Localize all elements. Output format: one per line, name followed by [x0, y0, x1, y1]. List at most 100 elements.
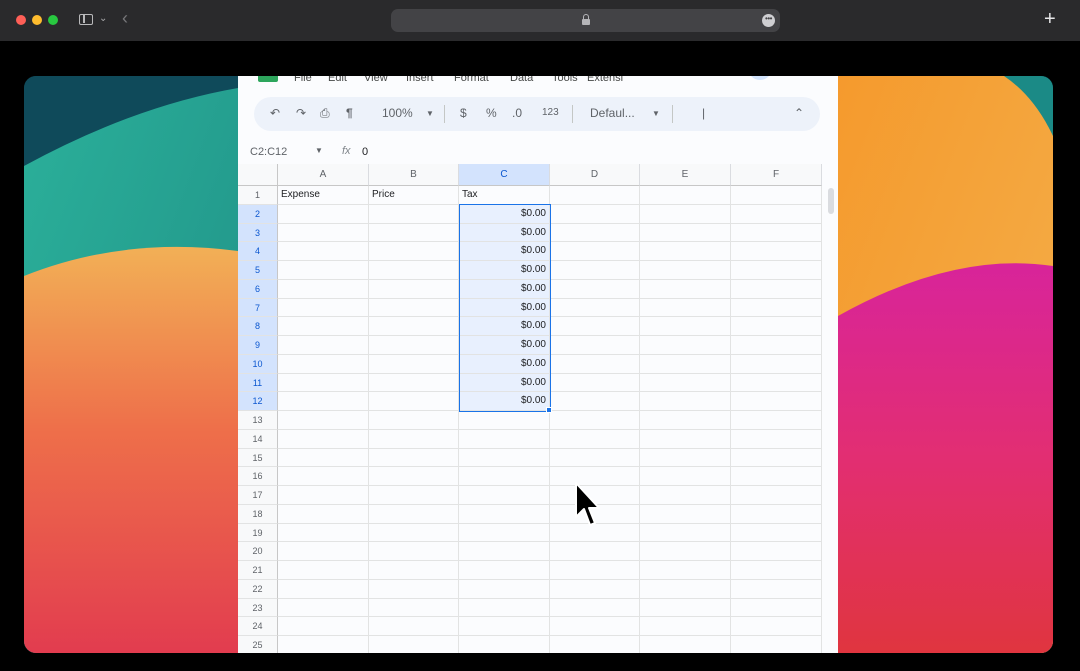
cell-c22[interactable]: [459, 579, 550, 599]
cell-d1[interactable]: [550, 186, 640, 205]
zoom-window-button[interactable]: [48, 15, 58, 25]
row-header[interactable]: 24: [238, 617, 278, 636]
cell-a25[interactable]: [278, 636, 369, 653]
cell-a5[interactable]: [278, 261, 369, 280]
cell-a12[interactable]: [278, 392, 369, 411]
row-header[interactable]: 2: [238, 204, 278, 224]
menu-extensions[interactable]: Extensi: [587, 76, 623, 84]
row-header[interactable]: 20: [238, 542, 278, 561]
cell-e10[interactable]: [640, 354, 731, 374]
cell-f10[interactable]: [731, 354, 822, 374]
row-header[interactable]: 13: [238, 411, 278, 430]
row-header[interactable]: 25: [238, 636, 278, 653]
cell-c2[interactable]: $0.00: [459, 204, 550, 224]
cell-d21[interactable]: [550, 561, 640, 580]
column-header-b[interactable]: B: [369, 164, 459, 186]
print-icon[interactable]: ⎙: [320, 106, 330, 121]
cell-c23[interactable]: [459, 598, 550, 618]
cell-f5[interactable]: [731, 261, 822, 280]
row-header[interactable]: 6: [238, 279, 278, 299]
cell-b13[interactable]: [369, 411, 459, 430]
cell-f3[interactable]: [731, 223, 822, 243]
cell-d7[interactable]: [550, 298, 640, 318]
cell-b17[interactable]: [369, 486, 459, 505]
cell-c14[interactable]: [459, 429, 550, 449]
cell-d12[interactable]: [550, 392, 640, 411]
row-header[interactable]: 7: [238, 298, 278, 318]
sidebar-toggle-icon[interactable]: [79, 14, 93, 25]
cell-f12[interactable]: [731, 392, 822, 411]
row-header[interactable]: 15: [238, 448, 278, 468]
currency-format-button[interactable]: $: [460, 106, 467, 120]
cell-b4[interactable]: [369, 242, 459, 261]
cell-c11[interactable]: $0.00: [459, 373, 550, 393]
cell-d20[interactable]: [550, 542, 640, 561]
menu-tools[interactable]: Tools: [552, 76, 578, 84]
cell-d9[interactable]: [550, 336, 640, 355]
percent-format-button[interactable]: %: [486, 106, 497, 120]
cell-e3[interactable]: [640, 223, 731, 243]
cell-e7[interactable]: [640, 298, 731, 318]
cell-c15[interactable]: [459, 448, 550, 468]
row-header[interactable]: 14: [238, 429, 278, 449]
cell-f17[interactable]: [731, 486, 822, 505]
cell-c6[interactable]: $0.00: [459, 279, 550, 299]
cell-c8[interactable]: $0.00: [459, 317, 550, 336]
cell-f2[interactable]: [731, 204, 822, 224]
more-options-icon[interactable]: •••: [762, 14, 775, 27]
cell-c17[interactable]: [459, 486, 550, 505]
cell-f21[interactable]: [731, 561, 822, 580]
cell-a1[interactable]: Expense: [278, 186, 369, 205]
cell-a19[interactable]: [278, 523, 369, 543]
cell-a4[interactable]: [278, 242, 369, 261]
column-header-c[interactable]: C: [459, 164, 550, 186]
cell-c21[interactable]: [459, 561, 550, 580]
paint-format-icon[interactable]: ¶: [346, 106, 353, 120]
cell-a2[interactable]: [278, 204, 369, 224]
cell-c16[interactable]: [459, 467, 550, 486]
chevron-down-icon[interactable]: ▼: [426, 109, 434, 118]
cell-d11[interactable]: [550, 373, 640, 393]
cell-a11[interactable]: [278, 373, 369, 393]
cell-e20[interactable]: [640, 542, 731, 561]
row-header[interactable]: 12: [238, 392, 278, 411]
cell-a14[interactable]: [278, 429, 369, 449]
back-arrow-icon[interactable]: ‹: [122, 8, 128, 29]
cell-f24[interactable]: [731, 617, 822, 636]
zoom-select[interactable]: 100%: [382, 106, 413, 120]
cell-f20[interactable]: [731, 542, 822, 561]
cell-e9[interactable]: [640, 336, 731, 355]
cell-d10[interactable]: [550, 354, 640, 374]
cell-a10[interactable]: [278, 354, 369, 374]
chevron-down-icon[interactable]: ▼: [315, 146, 323, 155]
cell-f18[interactable]: [731, 504, 822, 524]
cell-a22[interactable]: [278, 579, 369, 599]
row-header[interactable]: 23: [238, 598, 278, 618]
cell-c24[interactable]: [459, 617, 550, 636]
cell-b9[interactable]: [369, 336, 459, 355]
cell-a24[interactable]: [278, 617, 369, 636]
cell-b18[interactable]: [369, 504, 459, 524]
cell-d6[interactable]: [550, 279, 640, 299]
cell-e12[interactable]: [640, 392, 731, 411]
cell-b3[interactable]: [369, 223, 459, 243]
cell-b24[interactable]: [369, 617, 459, 636]
cell-d14[interactable]: [550, 429, 640, 449]
cell-a15[interactable]: [278, 448, 369, 468]
cell-a20[interactable]: [278, 542, 369, 561]
cell-e11[interactable]: [640, 373, 731, 393]
cell-b23[interactable]: [369, 598, 459, 618]
cell-f15[interactable]: [731, 448, 822, 468]
cell-a17[interactable]: [278, 486, 369, 505]
cell-e8[interactable]: [640, 317, 731, 336]
cell-c5[interactable]: $0.00: [459, 261, 550, 280]
cell-d25[interactable]: [550, 636, 640, 653]
cell-c10[interactable]: $0.00: [459, 354, 550, 374]
cell-a18[interactable]: [278, 504, 369, 524]
row-header[interactable]: 8: [238, 317, 278, 336]
column-header-e[interactable]: E: [640, 164, 731, 186]
cell-c7[interactable]: $0.00: [459, 298, 550, 318]
cell-d3[interactable]: [550, 223, 640, 243]
cell-f23[interactable]: [731, 598, 822, 618]
cell-c4[interactable]: $0.00: [459, 242, 550, 261]
